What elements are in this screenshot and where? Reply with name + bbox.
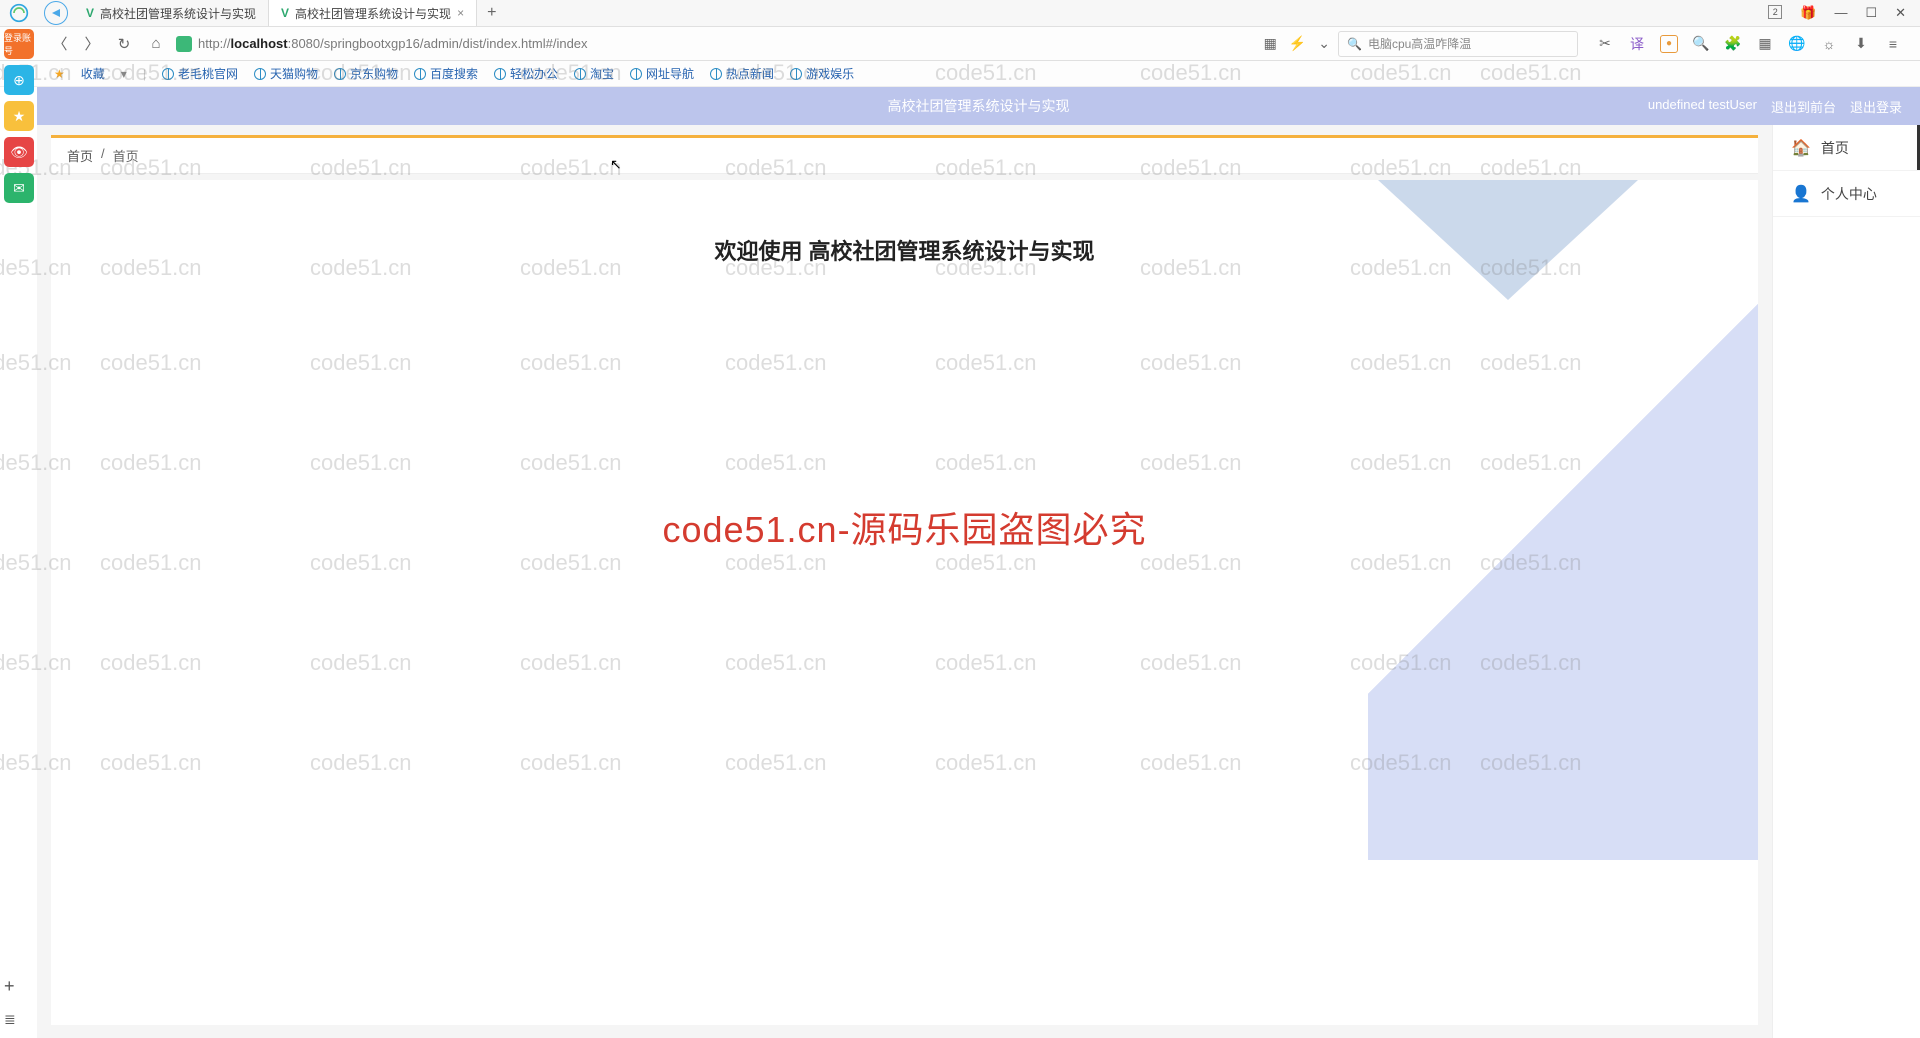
breadcrumb: 首页 / 首页 [51,135,1758,174]
browser-logo-icon [0,0,38,27]
globe-icon [414,68,426,80]
new-tab-button[interactable]: + [477,4,506,22]
shield-badge-icon[interactable]: ● [1660,35,1678,53]
weibo-icon[interactable]: 👁 [4,137,34,167]
bookmark-item[interactable]: 百度搜索 [414,65,478,82]
content-card: 欢迎使用 高校社团管理系统设计与实现 code51.cn-源码乐园盗图必究 [51,180,1758,1025]
list-icon[interactable]: ≣ [4,1011,16,1028]
main-area: 首页 / 首页 欢迎使用 高校社团管理系统设计与实现 code51.cn-源码乐… [37,125,1772,1038]
toolbar-right-icons: ✂ 译 ● 🔍 🧩 ▦ 🌐 ☼ ⬇ ≡ [1586,35,1912,53]
breadcrumb-current: 首页 [113,146,139,165]
address-bar-icons: ▦ ⚡ ⌄ [1264,35,1330,52]
globe-icon [494,68,506,80]
nav-label: 个人中心 [1821,184,1877,204]
bookmarks-label: 收藏 [81,65,105,82]
decor-triangle [1368,180,1758,860]
user-label: undefined testUser [1648,97,1757,116]
nav-label: 首页 [1821,138,1849,158]
nav-profile[interactable]: 👤 个人中心 [1773,171,1920,217]
globe-icon [790,68,802,80]
app-body: 首页 / 首页 欢迎使用 高校社团管理系统设计与实现 code51.cn-源码乐… [37,125,1920,1038]
scissors-icon[interactable]: ✂ [1596,35,1614,53]
window-controls: 2 🎁 — ☐ ✕ [1768,5,1920,21]
logout-link[interactable]: 退出登录 [1850,97,1902,116]
qr-icon[interactable]: ▦ [1264,35,1277,52]
shield-icon [176,36,192,52]
grid-icon[interactable]: ▦ [1756,35,1774,53]
globe-icon [630,68,642,80]
login-badge-icon[interactable]: 登录账号 [4,29,34,59]
globe-icon [574,68,586,80]
globe-icon [710,68,722,80]
minimize-icon[interactable]: — [1834,5,1847,21]
watermark-big: code51.cn-源码乐园盗图必究 [662,501,1146,553]
back-button[interactable]: 〈 [48,32,72,56]
breadcrumb-home[interactable]: 首页 [67,146,93,165]
bookmark-item[interactable]: 京东购物 [334,65,398,82]
app-user-area: undefined testUser 退出到前台 退出登录 [1648,97,1902,116]
star-icon: ★ [54,67,65,81]
bookmark-item[interactable]: 老毛桃官网 [162,65,238,82]
app-header: 高校社团管理系统设计与实现 undefined testUser 退出到前台 退… [37,87,1920,125]
welcome-heading: 欢迎使用 高校社团管理系统设计与实现 [51,234,1758,266]
reload-button[interactable]: ↻ [112,32,136,56]
tab-count-badge: 2 [1768,5,1782,19]
globe-icon [254,68,266,80]
home-button[interactable]: ⌂ [144,32,168,56]
left-dock-bottom: + ≣ [4,976,16,1028]
address-bar-row: 〈 〉 ↻ ⌂ http://localhost:8080/springboot… [0,27,1920,61]
menu-icon[interactable]: ≡ [1884,35,1902,53]
close-window-icon[interactable]: ✕ [1895,5,1906,21]
browser-tab-active[interactable]: V 高校社团管理系统设计与实现 × [269,0,477,26]
maximize-icon[interactable]: ☐ [1865,5,1877,21]
close-tab-icon[interactable]: × [457,6,464,20]
tab-title: 高校社团管理系统设计与实现 [100,5,256,22]
right-sidebar: 🏠 首页 👤 个人中心 [1772,125,1920,1038]
bolt-icon[interactable]: ⚡ [1289,35,1306,52]
mail-icon[interactable]: ✉ [4,173,34,203]
globe-icon [334,68,346,80]
bookmark-item[interactable]: 网址导航 [630,65,694,82]
browser-search-input[interactable]: 🔍 电脑cpu高温咋降温 [1338,31,1578,57]
gift-icon[interactable]: 🎁 [1800,5,1816,21]
vue-icon: V [86,6,94,20]
plus-icon[interactable]: + [4,976,16,997]
home-icon: 🏠 [1791,138,1811,158]
chevron-down-icon[interactable]: ⌄ [1318,35,1330,52]
tab-title: 高校社团管理系统设计与实现 [295,5,451,22]
person-icon: 👤 [1791,184,1811,204]
bookmark-item[interactable]: 热点新闻 [710,65,774,82]
globe-icon[interactable]: 🌐 [1788,35,1806,53]
puzzle-icon[interactable]: 🧩 [1724,35,1742,53]
breadcrumb-separator: / [101,146,105,165]
translate-icon[interactable]: 译 [1628,35,1646,53]
search-placeholder: 电脑cpu高温咋降温 [1368,35,1471,52]
browser-tab[interactable]: V 高校社团管理系统设计与实现 [74,0,269,26]
bookmark-item[interactable]: 轻松办公 [494,65,558,82]
globe-icon [162,68,174,80]
forward-button[interactable]: 〉 [80,32,104,56]
sun-icon[interactable]: ☼ [1820,35,1838,53]
url-display[interactable]: http://localhost:8080/springbootxgp16/ad… [176,36,588,52]
vue-icon: V [281,6,289,20]
nav-home[interactable]: 🏠 首页 [1773,125,1920,171]
app-title: 高校社团管理系统设计与实现 [888,96,1070,116]
bookmark-item[interactable]: 淘宝 [574,65,614,82]
nav-arrow-icon[interactable] [44,1,68,25]
search-icon: 🔍 [1347,37,1362,51]
bookmarks-bar: ★ 收藏 ▾ | 老毛桃官网 天猫购物 京东购物 百度搜索 轻松办公 淘宝 网址… [0,61,1920,87]
bookmark-item[interactable]: 游戏娱乐 [790,65,854,82]
app-icon[interactable]: ⊕ [4,65,34,95]
zoom-icon[interactable]: 🔍 [1692,35,1710,53]
left-app-dock: 登录账号 ⊕ ★ 👁 ✉ [0,27,37,203]
url-text: http://localhost:8080/springbootxgp16/ad… [198,36,588,51]
exit-frontend-link[interactable]: 退出到前台 [1771,97,1836,116]
chevron-down-icon[interactable]: ▾ [121,67,127,81]
bookmark-item[interactable]: 天猫购物 [254,65,318,82]
download-icon[interactable]: ⬇ [1852,35,1870,53]
browser-tab-strip: V 高校社团管理系统设计与实现 V 高校社团管理系统设计与实现 × + 2 🎁 … [0,0,1920,27]
app-container: 高校社团管理系统设计与实现 undefined testUser 退出到前台 退… [37,87,1920,1038]
app-icon[interactable]: ★ [4,101,34,131]
